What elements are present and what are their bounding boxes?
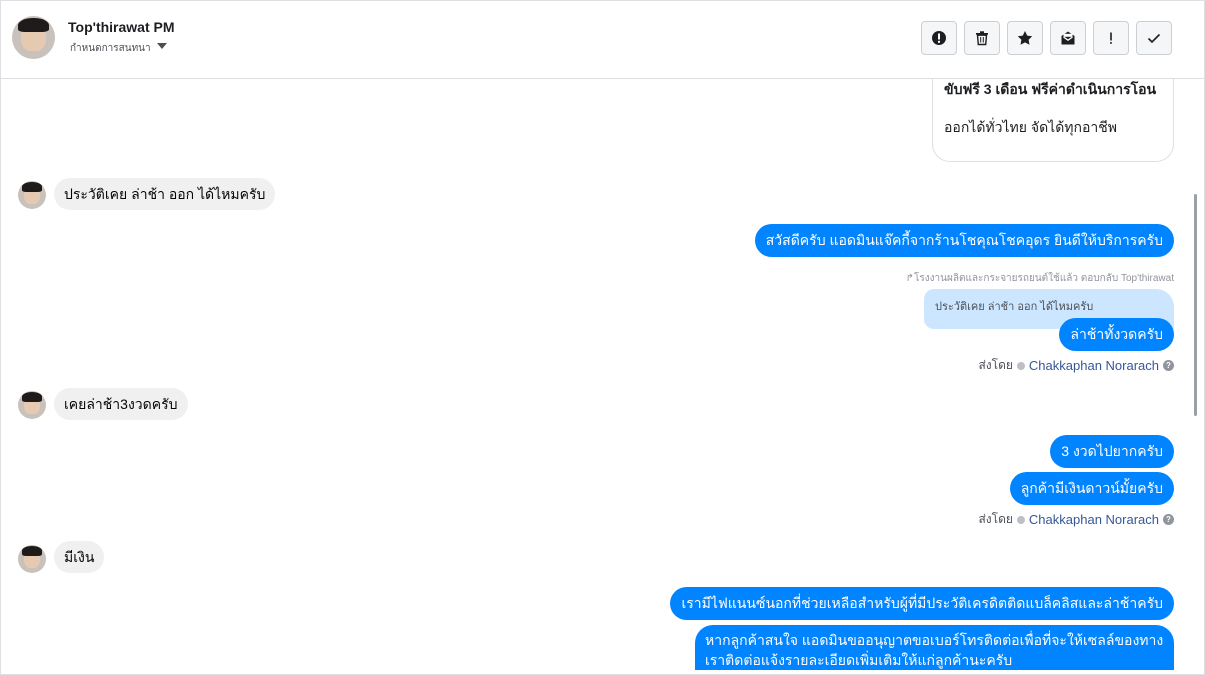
contact-name[interactable]: Top'thirawat PM: [68, 19, 175, 35]
check-icon: [1147, 33, 1161, 44]
exclamation-icon: [1110, 32, 1112, 44]
reply-context-note: ↱โรงงานผลิตและกระจายรถยนต์ใช้แล้ว ตอบกลั…: [906, 271, 1174, 286]
sent-by-label: ส่งโดย: [978, 512, 1013, 526]
conversation-header: Top'thirawat PM กำหนดการสนทนา: [1, 1, 1204, 79]
sent-by-info: ส่งโดย Chakkaphan Norarach ?: [978, 356, 1174, 375]
exclamation-circle-icon: [932, 31, 946, 45]
mark-unread-button[interactable]: [1050, 21, 1086, 55]
outgoing-message[interactable]: ล่าช้าทั้งวดครับ: [1059, 318, 1174, 351]
contact-avatar-small[interactable]: [18, 545, 46, 573]
message-list[interactable]: ขับฟรี 3 เดือน ฟรีค่าดำเนินการโอน ออกได้…: [1, 79, 1197, 674]
sent-by-label: ส่งโดย: [978, 358, 1013, 372]
outgoing-message[interactable]: เรามีไฟแนนซ์นอกที่ช่วยเหลือสำหรับผู้ที่ม…: [670, 587, 1174, 620]
quoted-message-text: ประวัติเคย ล่าช้า ออก ได้ไหมครับ: [935, 301, 1094, 313]
outgoing-message[interactable]: สวัสดีครับ แอดมินแจ๊คกี้จากร้านโชคุณโชคอ…: [754, 224, 1174, 257]
trash-icon: [976, 31, 988, 46]
outgoing-message[interactable]: ลูกค้ามีเงินดาวน์มั้ยครับ: [1009, 472, 1174, 505]
ad-card-subtitle: ออกได้ทั่วไทย จัดได้ทุกอาชีพ: [944, 119, 1118, 135]
ad-card[interactable]: ขับฟรี 3 เดือน ฟรีค่าดำเนินการโอน ออกได้…: [932, 79, 1174, 162]
verified-icon: [1016, 361, 1025, 370]
reply-arrow-icon: ↱: [905, 273, 915, 284]
conversation-label[interactable]: กำหนดการสนทนา: [70, 41, 151, 56]
mail-icon: [1061, 31, 1075, 45]
ad-card-title: ขับฟรี 3 เดือน ฟรีค่าดำเนินการโอน: [944, 81, 1157, 97]
incoming-message[interactable]: เคยล่าช้า3งวดครับ: [54, 388, 188, 420]
outgoing-message[interactable]: 3 งวดไปยากครับ: [1050, 435, 1174, 468]
star-icon: [1017, 31, 1033, 45]
incoming-message[interactable]: ประวัติเคย ล่าช้า ออก ได้ไหมครับ: [54, 178, 276, 210]
sent-by-info: ส่งโดย Chakkaphan Norarach ?: [978, 510, 1174, 529]
help-icon[interactable]: ?: [1163, 360, 1174, 371]
follow-up-button[interactable]: [1093, 21, 1129, 55]
sent-by-name[interactable]: Chakkaphan Norarach: [1029, 358, 1159, 373]
verified-icon: [1016, 515, 1025, 524]
mark-spam-button[interactable]: [921, 21, 957, 55]
mark-done-button[interactable]: [1136, 21, 1172, 55]
delete-button[interactable]: [964, 21, 1000, 55]
star-button[interactable]: [1007, 21, 1043, 55]
conversation-window: Top'thirawat PM กำหนดการสนทนา ขับฟรี 3 เ…: [0, 0, 1205, 675]
incoming-message[interactable]: มีเงิน: [54, 541, 105, 573]
outgoing-message[interactable]: หากลูกค้าสนใจ แอดมินขออนุญาตขอเบอร์โทรติ…: [695, 625, 1174, 670]
reply-context-text: โรงงานผลิตและกระจายรถยนต์ใช้แล้ว ตอบกลับ…: [914, 273, 1174, 284]
help-icon[interactable]: ?: [1163, 514, 1174, 525]
contact-avatar-small[interactable]: [18, 181, 46, 209]
contact-avatar-small[interactable]: [18, 391, 46, 419]
chevron-down-icon[interactable]: [157, 43, 167, 49]
scrollbar-thumb[interactable]: [1194, 194, 1197, 416]
contact-avatar[interactable]: [12, 16, 55, 59]
sent-by-name[interactable]: Chakkaphan Norarach: [1029, 512, 1159, 527]
